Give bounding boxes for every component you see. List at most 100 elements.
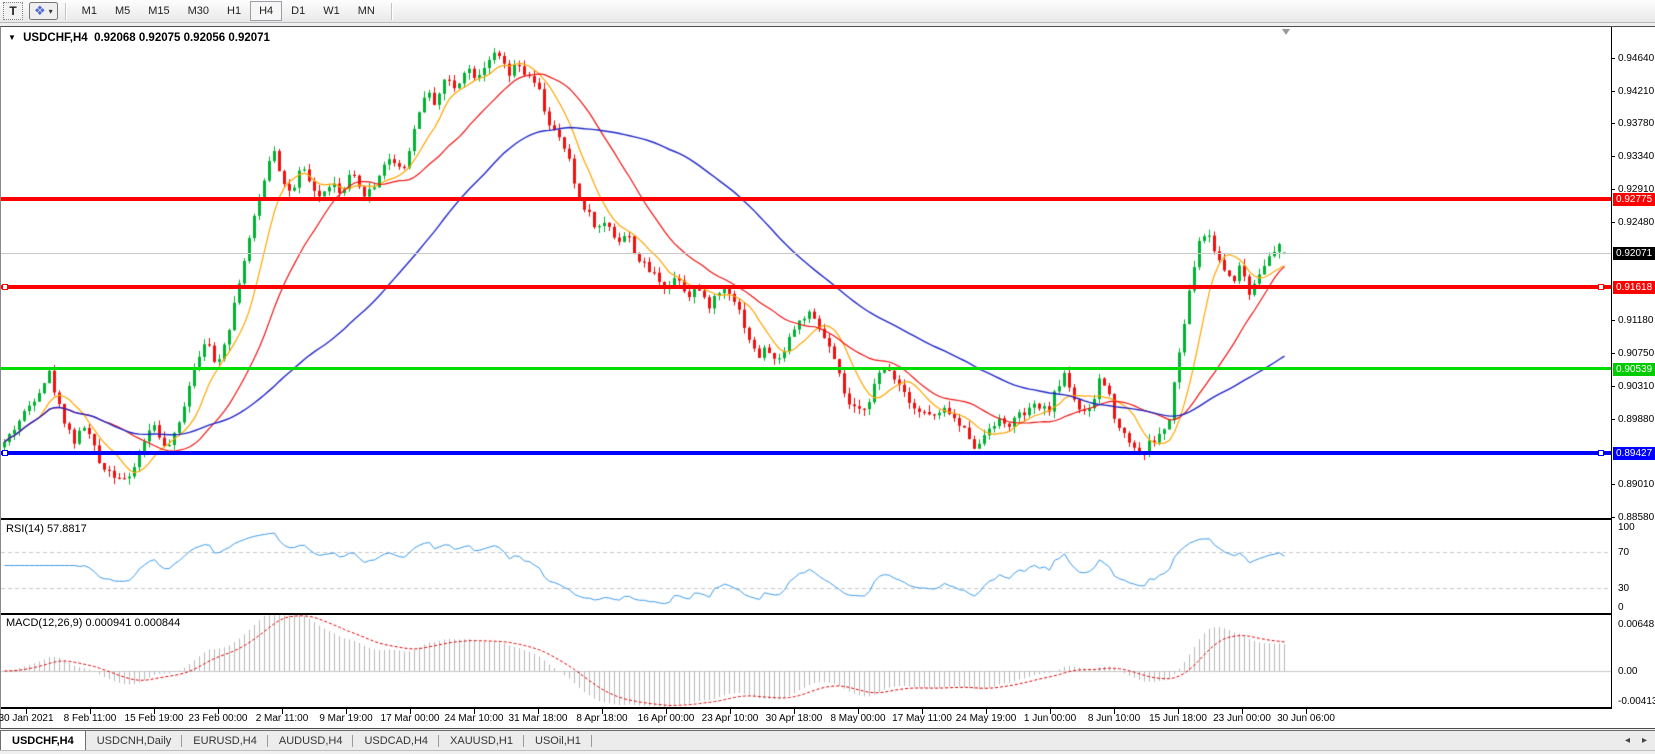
tab-usoil-h1[interactable]: USOil,H1 (524, 731, 592, 750)
price-axis-tick-mark (1611, 419, 1615, 420)
text-tool-button[interactable]: T (3, 2, 23, 20)
time-axis-label: 1 Jun 00:00 (1013, 713, 1087, 724)
time-axis-tick-mark (858, 709, 859, 714)
time-axis-label: 8 May 00:00 (821, 713, 895, 724)
time-axis-label: 8 Jun 10:00 (1077, 713, 1151, 724)
timeframe-m5-button[interactable]: M5 (106, 1, 139, 21)
time-axis-tick-mark (1050, 709, 1051, 714)
price-chart-canvas[interactable] (1, 27, 1611, 730)
timeframe-d1-button[interactable]: D1 (282, 1, 314, 21)
time-axis-label: 8 Feb 11:00 (53, 713, 127, 724)
timeframe-h1-button[interactable]: H1 (218, 1, 250, 21)
time-axis-tick-mark (410, 709, 411, 714)
time-axis-label: 2 Mar 11:00 (245, 713, 319, 724)
price-axis-tick: 0.94640 (1618, 53, 1655, 64)
time-axis-label: 9 Mar 19:00 (309, 713, 383, 724)
time-axis-tick-mark (26, 709, 27, 714)
panel-divider (1, 707, 1611, 709)
drawing-tools-button[interactable]: ❖ ▾ (29, 2, 58, 20)
tab-audusd-h4[interactable]: AUDUSD,H4 (268, 731, 354, 750)
timeframe-m15-button[interactable]: M15 (139, 1, 178, 21)
time-axis-tick-mark (794, 709, 795, 714)
time-axis-label: 23 Feb 00:00 (181, 713, 255, 724)
timeframe-h4-button[interactable]: H4 (250, 1, 282, 21)
line-handle[interactable] (2, 284, 8, 290)
price-axis-border (1611, 27, 1612, 709)
tab-scroll-right-icon[interactable]: ▸ (1642, 735, 1647, 746)
hline-0.92775[interactable] (1, 197, 1611, 201)
price-axis-tick-mark (1611, 320, 1615, 321)
timeframe-m30-button[interactable]: M30 (179, 1, 218, 21)
time-axis-tick-mark (90, 709, 91, 714)
price-axis-tick-mark (1611, 222, 1615, 223)
price-badge-0.90539: 0.90539 (1613, 363, 1655, 376)
time-axis-label: 15 Jun 18:00 (1141, 713, 1215, 724)
rsi-indicator-label: RSI(14) 57.8817 (6, 523, 87, 535)
price-axis-tick: 0.91180 (1618, 315, 1655, 326)
toolbar-separator (65, 3, 66, 20)
hline-0.89427[interactable] (1, 451, 1611, 455)
current-price-line (1, 253, 1611, 254)
tab-usdcnh-daily[interactable]: USDCNH,Daily (86, 731, 183, 750)
time-axis-label: 8 Apr 18:00 (565, 713, 639, 724)
toolbar-separator (391, 3, 392, 20)
line-handle[interactable] (1598, 284, 1604, 290)
price-axis-tick-mark (1611, 517, 1615, 518)
time-axis-label: 24 May 19:00 (949, 713, 1023, 724)
line-handle[interactable] (1598, 450, 1604, 456)
chart-shift-marker-icon (1282, 29, 1290, 35)
time-axis-tick-mark (474, 709, 475, 714)
symbol-period-label: USDCHF,H4 (23, 32, 88, 44)
time-axis-label: 24 Mar 10:00 (437, 713, 511, 724)
macd-axis-label: 0.00 (1618, 666, 1637, 677)
timeframe-mn-button[interactable]: MN (349, 1, 384, 21)
price-axis-tick: 0.90750 (1618, 348, 1655, 359)
tab-scroll-left-icon[interactable]: ◂ (1625, 735, 1630, 746)
chart-tab-bar: USDCHF,H4 USDCNH,Daily EURUSD,H4 AUDUSD,… (0, 730, 1655, 751)
tab-eurusd-h4[interactable]: EURUSD,H4 (182, 731, 268, 750)
timeframe-m1-button[interactable]: M1 (73, 1, 106, 21)
timeframe-w1-button[interactable]: W1 (314, 1, 349, 21)
time-axis-tick-mark (986, 709, 987, 714)
time-axis-tick-mark (602, 709, 603, 714)
time-axis-tick-mark (154, 709, 155, 714)
price-axis-tick-mark (1611, 58, 1615, 59)
macd-axis-label: 0.00648 (1618, 619, 1654, 630)
time-axis-tick-mark (346, 709, 347, 714)
chevron-down-icon: ▾ (49, 7, 53, 16)
tab-usdchf-h4[interactable]: USDCHF,H4 (0, 730, 86, 750)
tab-xauusd-h1[interactable]: XAUUSD,H1 (439, 731, 524, 750)
time-axis-label: 23 Jun 00:00 (1205, 713, 1279, 724)
time-axis-label: 30 Jun 06:00 (1269, 713, 1343, 724)
price-axis-tick: 0.94210 (1618, 86, 1655, 97)
time-axis-tick-mark (1242, 709, 1243, 714)
time-axis-label: 16 Apr 00:00 (629, 713, 703, 724)
price-axis-tick-mark (1611, 386, 1615, 387)
time-axis-label: 31 Mar 18:00 (501, 713, 575, 724)
hline-0.90539[interactable] (1, 367, 1611, 370)
collapse-caret-icon: ▼ (8, 33, 16, 42)
time-axis-tick-mark (218, 709, 219, 714)
hline-0.91618[interactable] (1, 285, 1611, 289)
rsi-axis-label: 0 (1618, 602, 1624, 613)
time-axis-tick-mark (1306, 709, 1307, 714)
tab-usdcad-h4[interactable]: USDCAD,H4 (353, 731, 439, 750)
time-axis-tick-mark (1178, 709, 1179, 714)
time-axis-tick-mark (282, 709, 283, 714)
macd-axis-label: -0.00413 (1618, 696, 1655, 707)
time-axis-label: 15 Feb 19:00 (117, 713, 191, 724)
price-badge-0.89427: 0.89427 (1613, 447, 1655, 460)
ohlc-values: 0.92068 0.92075 0.92056 0.92071 (94, 32, 270, 44)
price-badge-0.91618: 0.91618 (1613, 281, 1655, 294)
time-axis-label: 17 May 11:00 (885, 713, 959, 724)
toolbar: T ❖ ▾ M1 M5 M15 M30 H1 H4 D1 W1 MN (0, 0, 1655, 23)
price-axis-tick: 0.89880 (1618, 414, 1655, 425)
rsi-axis-label: 30 (1618, 583, 1629, 594)
price-axis-tick: 0.89010 (1618, 479, 1655, 490)
chart-title: ▼ USDCHF,H4 0.92068 0.92075 0.92056 0.92… (8, 32, 270, 44)
price-axis-tick-mark (1611, 123, 1615, 124)
price-axis-tick-mark (1611, 353, 1615, 354)
line-handle[interactable] (2, 450, 8, 456)
price-badge-0.92775: 0.92775 (1613, 193, 1655, 206)
time-axis-tick-mark (666, 709, 667, 714)
